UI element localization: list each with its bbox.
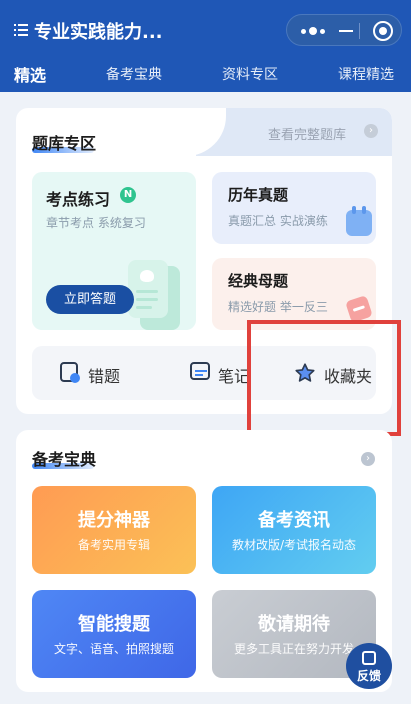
start-answer-button[interactable]: 立即答题 bbox=[46, 285, 134, 314]
feature-subtitle: 文字、语音、拍照搜题 bbox=[53, 642, 174, 656]
close-mini-program-icon[interactable] bbox=[373, 21, 393, 41]
tab-exam-guide[interactable]: 备考宝典 bbox=[106, 64, 162, 84]
wrong-book-icon bbox=[60, 362, 80, 383]
past-exams-title: 历年真题 bbox=[228, 186, 289, 204]
classic-title: 经典母题 bbox=[228, 272, 289, 290]
calendar-icon bbox=[346, 206, 372, 236]
new-badge: N bbox=[120, 187, 136, 203]
wrong-questions-button[interactable]: 错题 bbox=[60, 346, 150, 400]
document-illustration-icon bbox=[128, 260, 182, 330]
exam-guide-title: 备考宝典 bbox=[32, 450, 97, 469]
wrong-questions-label: 错题 bbox=[88, 367, 121, 386]
classic-subtitle: 精选好题 举一反三 bbox=[228, 300, 328, 314]
tab-materials[interactable]: 资料专区 bbox=[222, 64, 278, 84]
exam-news-card[interactable]: 备考资讯 教材改版/考试报名动态 bbox=[212, 486, 376, 574]
practice-subtitle: 章节考点 系统复习 bbox=[46, 216, 146, 230]
notes-label: 笔记 bbox=[218, 367, 251, 386]
top-tabs: 精选 备考宝典 资料专区 课程精选 bbox=[0, 58, 411, 92]
capsule-divider bbox=[359, 23, 360, 39]
view-all-link[interactable]: 查看完整题库 bbox=[268, 124, 346, 143]
header-bar: 专业实践能力... 精选 备考宝典 资料专区 课程精选 bbox=[0, 0, 411, 92]
practice-title: 考点练习 bbox=[46, 190, 111, 209]
past-exams-subtitle: 真题汇总 实战演练 bbox=[228, 214, 328, 228]
feature-title: 智能搜题 bbox=[78, 614, 150, 635]
tab-featured[interactable]: 精选 bbox=[14, 62, 46, 86]
edit-icon bbox=[362, 651, 376, 665]
app-title[interactable]: 专业实践能力... bbox=[34, 18, 163, 44]
question-bank-title: 题库专区 bbox=[32, 134, 97, 153]
score-booster-card[interactable]: 提分神器 备考实用专辑 bbox=[32, 486, 196, 574]
feature-title: 敬请期待 bbox=[258, 614, 330, 635]
eraser-icon bbox=[345, 295, 373, 323]
chevron-right-icon[interactable]: › bbox=[361, 452, 375, 466]
exam-guide-card: 备考宝典 › 提分神器 备考实用专辑 备考资讯 教材改版/考试报名动态 智能搜题… bbox=[16, 430, 392, 692]
tab-courses[interactable]: 课程精选 bbox=[338, 64, 394, 84]
feature-subtitle: 教材改版/考试报名动态 bbox=[231, 538, 357, 552]
mini-program-capsule bbox=[286, 14, 402, 46]
feature-title: 提分神器 bbox=[78, 510, 150, 531]
list-menu-icon[interactable] bbox=[14, 24, 28, 36]
feature-subtitle: 备考实用专辑 bbox=[77, 538, 150, 552]
feature-title: 备考资讯 bbox=[258, 510, 330, 531]
notes-icon bbox=[190, 362, 210, 380]
minimize-icon[interactable] bbox=[339, 30, 353, 32]
more-dots-icon[interactable] bbox=[301, 25, 331, 37]
smart-search-card[interactable]: 智能搜题 文字、语音、拍照搜题 bbox=[32, 590, 196, 678]
title-row: 专业实践能力... bbox=[0, 0, 411, 58]
feedback-label: 反馈 bbox=[356, 669, 381, 683]
highlight-annotation-box bbox=[247, 320, 401, 436]
practice-card[interactable]: 考点练习 N 章节考点 系统复习 立即答题 bbox=[32, 172, 196, 330]
feedback-button[interactable]: 反馈 bbox=[346, 643, 392, 689]
chevron-right-icon[interactable]: › bbox=[364, 124, 378, 138]
past-exams-card[interactable]: 历年真题 真题汇总 实战演练 bbox=[212, 172, 376, 244]
